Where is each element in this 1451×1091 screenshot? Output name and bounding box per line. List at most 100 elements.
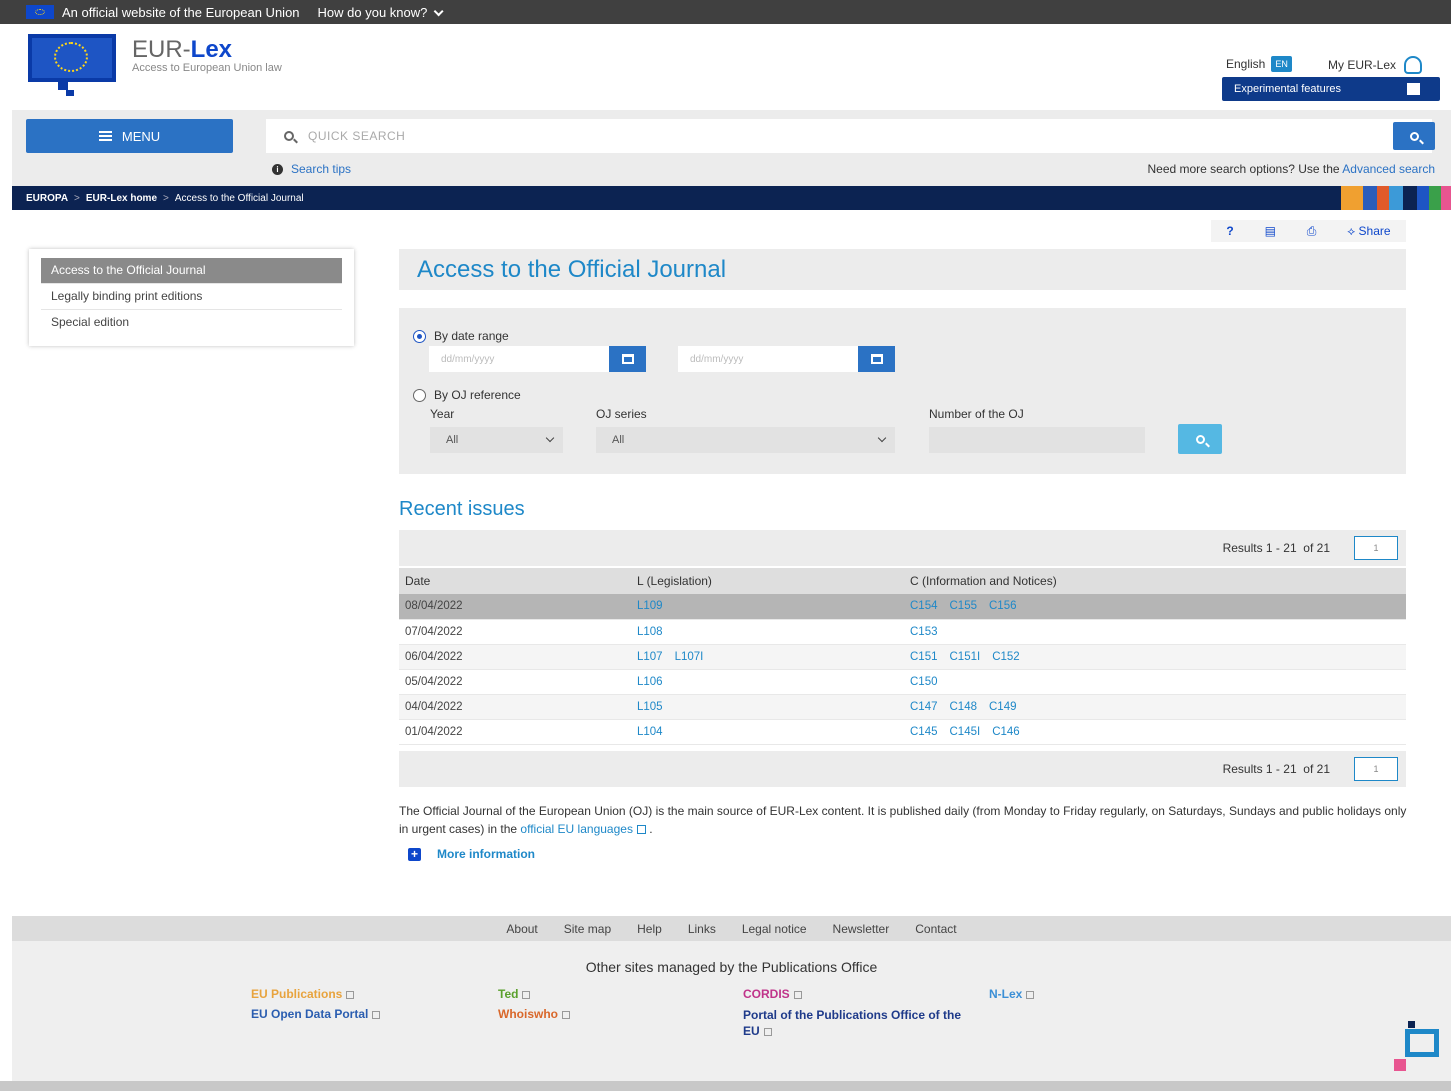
oj-search-button[interactable]: [1178, 424, 1222, 454]
chevron-down-icon: [877, 433, 887, 443]
corner-decoration-blue: [1405, 1029, 1439, 1057]
information-link[interactable]: C149: [989, 701, 1017, 713]
site-nlex[interactable]: N-Lex: [989, 987, 1035, 1001]
site-whoiswho[interactable]: Whoiswho: [498, 1007, 570, 1021]
sidebar-item-access-oj[interactable]: Access to the Official Journal: [41, 258, 342, 284]
site-label: Portal of the Publications Office of the…: [743, 1008, 962, 1038]
legislation-link[interactable]: L105: [637, 701, 663, 713]
number-oj-input[interactable]: [929, 427, 1145, 453]
footer-link-about[interactable]: About: [506, 922, 537, 936]
number-oj-label: Number of the OJ: [929, 407, 1024, 421]
oj-series-label: OJ series: [596, 407, 647, 421]
footer-link-legal[interactable]: Legal notice: [742, 922, 807, 936]
date-from-calendar-button[interactable]: [609, 346, 646, 372]
by-date-range-radio[interactable]: By date range: [413, 329, 509, 343]
information-cell: C147 C148 C149: [904, 694, 1406, 720]
pdf-icon[interactable]: ▤: [1265, 224, 1276, 238]
how-do-you-know-link[interactable]: How do you know?: [318, 5, 444, 20]
information-link[interactable]: C145I: [950, 726, 981, 738]
sidebar-item-print-editions[interactable]: Legally binding print editions: [41, 284, 342, 310]
information-link[interactable]: C155: [950, 600, 978, 612]
quick-search-input[interactable]: QUICK SEARCH: [266, 119, 1432, 153]
advanced-search-link[interactable]: Advanced search: [1342, 162, 1435, 176]
information-link[interactable]: C154: [910, 600, 938, 612]
footer-other-sites: Other sites managed by the Publications …: [12, 941, 1451, 1081]
date-to-input[interactable]: dd/mm/yyyy: [678, 346, 858, 372]
oj-series-value: All: [612, 434, 625, 446]
by-oj-reference-radio[interactable]: By OJ reference: [413, 388, 521, 402]
more-information-label: More information: [437, 847, 535, 861]
legislation-link[interactable]: L109: [637, 600, 663, 612]
legislation-link[interactable]: L106: [637, 676, 663, 688]
breadcrumb-europa[interactable]: EUROPA: [26, 193, 68, 204]
search-zone: MENU QUICK SEARCH i Search tips Need mor…: [12, 110, 1451, 186]
footer-link-links[interactable]: Links: [688, 922, 716, 936]
information-link[interactable]: C152: [992, 651, 1020, 663]
more-information-toggle[interactable]: + More information: [408, 847, 535, 861]
information-link[interactable]: C151I: [950, 651, 981, 663]
information-link[interactable]: C146: [992, 726, 1020, 738]
results-count: 21: [1283, 762, 1297, 776]
language-selector[interactable]: English EN: [1226, 56, 1292, 72]
help-icon[interactable]: ?: [1226, 224, 1233, 238]
external-link-icon: [793, 991, 802, 999]
date-from-input[interactable]: dd/mm/yyyy: [429, 346, 609, 372]
site-open-data-portal[interactable]: EU Open Data Portal: [251, 1007, 381, 1021]
oj-series-select[interactable]: All: [596, 427, 895, 453]
table-row: 01/04/2022 L104 C145 C145I C146: [399, 719, 1406, 745]
table-row: 08/04/2022 L109 C154 C155 C156: [399, 594, 1406, 620]
information-link[interactable]: C147: [910, 701, 938, 713]
search-tips-link[interactable]: i Search tips: [272, 162, 351, 176]
site-label: EU Open Data Portal: [251, 1007, 369, 1021]
brand-prefix: EUR-: [132, 36, 191, 63]
plus-icon: +: [408, 847, 421, 861]
sidebar-item-special-edition[interactable]: Special edition: [41, 310, 342, 336]
print-icon[interactable]: ⎙: [1307, 224, 1317, 239]
table-row: 04/04/2022 L105 C147 C148 C149: [399, 694, 1406, 720]
official-languages-link[interactable]: official EU languages: [520, 822, 633, 836]
legislation-link[interactable]: L104: [637, 726, 663, 738]
breadcrumb: EUROPA > EUR-Lex home > Access to the Of…: [12, 186, 1451, 210]
user-icon: [1404, 56, 1423, 74]
footer-link-help[interactable]: Help: [637, 922, 662, 936]
eurlex-logo[interactable]: [28, 34, 116, 96]
date-to-calendar-button[interactable]: [858, 346, 895, 372]
footer-link-newsletter[interactable]: Newsletter: [833, 922, 890, 936]
footer-link-contact[interactable]: Contact: [915, 922, 956, 936]
quick-search-button[interactable]: [1393, 122, 1435, 150]
footer-link-sitemap[interactable]: Site map: [564, 922, 611, 936]
issue-date: 01/04/2022: [399, 719, 631, 745]
information-link[interactable]: C151: [910, 651, 938, 663]
header-information: C (Information and Notices): [904, 568, 1406, 594]
legislation-link[interactable]: L107: [637, 651, 663, 663]
information-cell: C145 C145I C146: [904, 719, 1406, 745]
information-link[interactable]: C148: [950, 701, 978, 713]
site-ted[interactable]: Ted: [498, 987, 531, 1001]
legislation-link[interactable]: L108: [637, 626, 663, 638]
information-link[interactable]: C150: [910, 676, 938, 688]
left-sidebar: Access to the Official Journal Legally b…: [29, 249, 354, 346]
experimental-checkbox[interactable]: [1407, 83, 1420, 95]
my-eurlex-link[interactable]: My EUR-Lex: [1328, 56, 1423, 74]
page-selector[interactable]: 1: [1354, 757, 1398, 781]
eu-stars-icon: [54, 42, 88, 72]
brand-title[interactable]: EUR-Lex: [132, 36, 232, 64]
breadcrumb-eurlex-home[interactable]: EUR-Lex home: [86, 193, 157, 204]
page-selector[interactable]: 1: [1354, 536, 1398, 560]
brand-subtitle: Access to European Union law: [132, 62, 282, 74]
year-select[interactable]: All: [430, 427, 563, 453]
menu-button[interactable]: MENU: [26, 119, 233, 153]
logo-tail: [58, 82, 68, 90]
information-link[interactable]: C156: [989, 600, 1017, 612]
site-eu-publications[interactable]: EU Publications: [251, 987, 355, 1001]
experimental-features-toggle[interactable]: Experimental features: [1222, 77, 1440, 101]
information-link[interactable]: C153: [910, 626, 938, 638]
information-link[interactable]: C145: [910, 726, 938, 738]
legislation-link[interactable]: L107I: [675, 651, 704, 663]
share-button[interactable]: ⟡ Share: [1347, 224, 1390, 239]
stripe-red: [1377, 186, 1389, 210]
search-icon: [1195, 434, 1205, 444]
language-code-badge: EN: [1271, 56, 1292, 72]
site-cordis[interactable]: CORDIS: [743, 987, 802, 1001]
site-publications-office-portal[interactable]: Portal of the Publications Office of the…: [743, 1007, 963, 1039]
